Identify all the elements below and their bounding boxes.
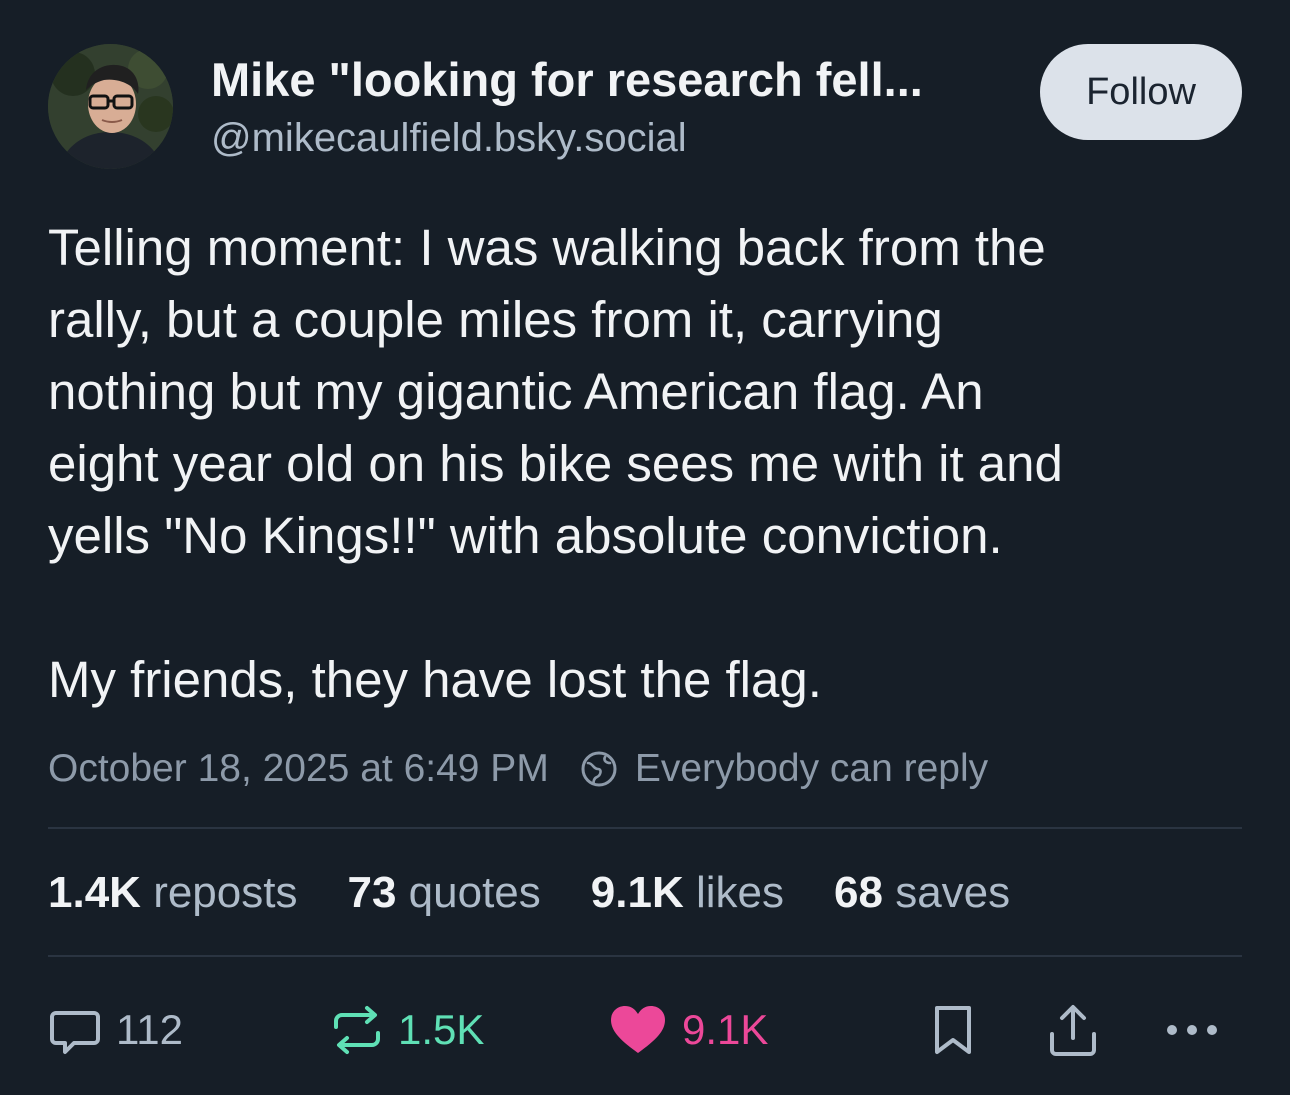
post-text-line: eight year old on his bike sees me with … bbox=[48, 435, 1063, 492]
like-button[interactable]: 9.1K bbox=[608, 1000, 768, 1060]
post-meta: October 18, 2025 at 6:49 PM Everybody ca… bbox=[48, 744, 988, 794]
person-avatar-photo-icon bbox=[48, 44, 173, 169]
reply-count: 112 bbox=[116, 1006, 183, 1053]
repost-button[interactable]: 1.5K bbox=[330, 1000, 484, 1060]
reply-setting[interactable]: Everybody can reply bbox=[635, 747, 988, 791]
more-options-button[interactable] bbox=[1164, 1000, 1220, 1060]
reply-icon bbox=[48, 1003, 102, 1057]
post-text: Telling moment: I was walking back from … bbox=[48, 212, 1248, 716]
likes-count: 9.1K bbox=[590, 868, 684, 917]
saves-count: 68 bbox=[834, 868, 883, 917]
globe-icon bbox=[579, 749, 619, 789]
share-icon bbox=[1046, 1002, 1100, 1058]
avatar[interactable] bbox=[48, 44, 173, 169]
reposts-label: reposts bbox=[153, 868, 298, 917]
post-detail: Mike "looking for research fell... @mike… bbox=[0, 0, 1290, 1095]
heart-icon bbox=[608, 1003, 668, 1057]
author-display-name[interactable]: Mike "looking for research fell... bbox=[211, 52, 923, 107]
likes-label: likes bbox=[695, 868, 784, 917]
bookmark-button[interactable] bbox=[930, 1000, 976, 1060]
post-text-line: rally, but a couple miles from it, carry… bbox=[48, 291, 943, 348]
author-handle[interactable]: @mikecaulfield.bsky.social bbox=[211, 116, 687, 161]
more-icon bbox=[1164, 1020, 1220, 1040]
reposts-count: 1.4K bbox=[48, 868, 141, 917]
share-button[interactable] bbox=[1046, 1000, 1100, 1060]
reposts-stat[interactable]: 1.4K reposts bbox=[48, 868, 297, 918]
bookmark-icon bbox=[930, 1003, 976, 1057]
quotes-label: quotes bbox=[408, 868, 541, 917]
repost-count: 1.5K bbox=[398, 1006, 485, 1053]
post-text-line: nothing but my gigantic American flag. A… bbox=[48, 363, 984, 420]
post-text-line: yells "No Kings!!" with absolute convict… bbox=[48, 507, 1003, 564]
like-count: 9.1K bbox=[682, 1006, 769, 1053]
divider bbox=[48, 955, 1242, 957]
likes-stat[interactable]: 9.1K likes bbox=[591, 868, 784, 918]
post-text-line: My friends, they have lost the flag. bbox=[48, 651, 822, 708]
post-text-line: Telling moment: I was walking back from … bbox=[48, 219, 1046, 276]
quotes-stat[interactable]: 73 quotes bbox=[347, 868, 540, 918]
quotes-count: 73 bbox=[347, 868, 397, 917]
follow-button[interactable]: Follow bbox=[1040, 44, 1242, 140]
saves-label: saves bbox=[895, 868, 1011, 917]
repost-icon bbox=[330, 1003, 384, 1057]
reply-button[interactable]: 112 bbox=[48, 1000, 183, 1060]
post-timestamp: October 18, 2025 at 6:49 PM bbox=[48, 747, 549, 790]
saves-stat[interactable]: 68 saves bbox=[834, 868, 1010, 918]
divider bbox=[48, 827, 1242, 829]
post-stats: 1.4K reposts 73 quotes 9.1K likes 68 sav… bbox=[48, 868, 1060, 918]
